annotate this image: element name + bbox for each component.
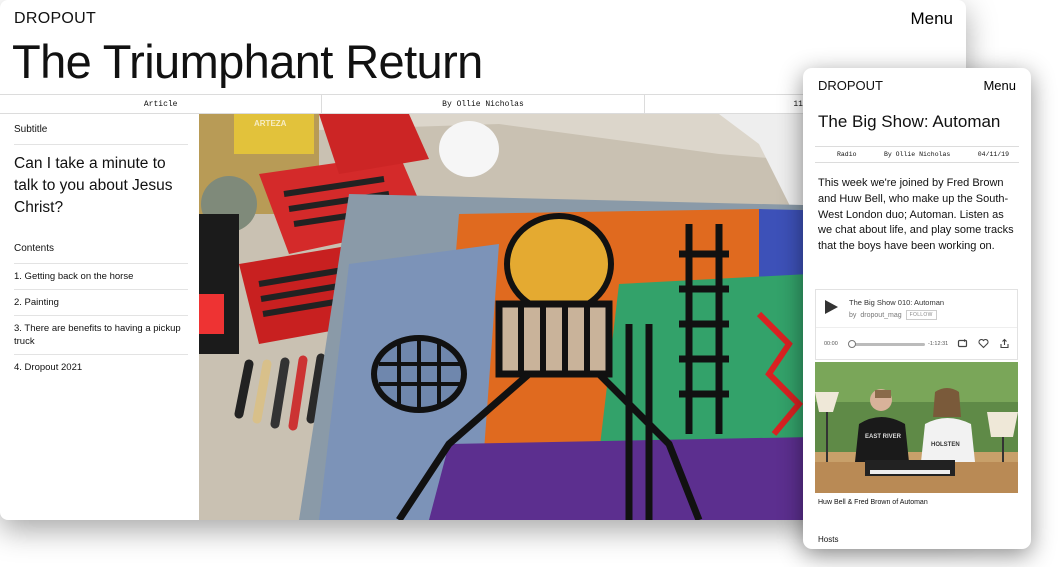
paint-box-label: ARTEZA — [254, 119, 287, 128]
show-type: Radio — [837, 151, 857, 158]
share-icon[interactable] — [999, 338, 1010, 349]
repeat-icon[interactable] — [957, 338, 968, 349]
photo-caption: Huw Bell & Fred Brown of Automan — [818, 499, 928, 506]
article-type: Article — [0, 95, 323, 113]
uploader-prefix: by — [849, 311, 857, 319]
contents-label: Contents — [14, 243, 55, 254]
article-sidebar: Subtitle Can I take a minute to talk to … — [14, 124, 188, 380]
contents-item[interactable]: 2. Painting — [14, 289, 188, 315]
remaining-time: -1:12:31 — [928, 341, 949, 347]
progress-track[interactable] — [850, 343, 925, 346]
player-controls: 00:00 -1:12:31 — [816, 327, 1017, 360]
contents-item[interactable]: 3. There are benefits to having a pickup… — [14, 315, 188, 354]
mobile-radio-window: DROPOUT Menu The Big Show: Automan Radio… — [803, 68, 1031, 549]
contents-item[interactable]: 4. Dropout 2021 — [14, 354, 188, 380]
follow-button[interactable]: FOLLOW — [905, 310, 937, 320]
hosts-heading: Hosts — [818, 535, 839, 544]
site-logo[interactable]: DROPOUT — [14, 10, 96, 28]
show-date: 04/11/19 — [977, 151, 1009, 158]
play-icon[interactable] — [823, 299, 839, 315]
show-meta-bar: Radio By Ollie Nicholas 04/11/19 — [815, 146, 1019, 163]
shirt-text-left: EAST RIVER — [865, 434, 902, 440]
contents-item[interactable]: 1. Getting back on the horse — [14, 263, 188, 289]
article-title: The Triumphant Return — [12, 35, 483, 88]
uploader-name[interactable]: dropout_mag — [860, 312, 901, 319]
menu-button[interactable]: Menu — [910, 9, 953, 29]
subtitle-label: Subtitle — [14, 124, 188, 145]
audio-player: The Big Show 010: Automan by dropout_mag… — [815, 289, 1018, 360]
shirt-text-right: HOLSTEN — [931, 442, 960, 448]
heart-icon[interactable] — [978, 338, 989, 349]
mobile-site-logo[interactable]: DROPOUT — [818, 78, 883, 93]
contents-list: 1. Getting back on the horse 2. Painting… — [14, 263, 188, 380]
article-subtitle: Can I take a minute to talk to you about… — [14, 155, 173, 216]
track-title[interactable]: The Big Show 010: Automan — [849, 298, 944, 307]
show-title: The Big Show: Automan — [818, 112, 1001, 131]
article-author: By Ollie Nicholas — [322, 95, 645, 113]
show-author: By Ollie Nicholas — [883, 151, 951, 158]
show-description: This week we're joined by Fred Brown and… — [818, 177, 1014, 253]
track-uploader: by dropout_mag FOLLOW — [849, 310, 937, 320]
mobile-menu-button[interactable]: Menu — [983, 78, 1016, 93]
elapsed-time: 00:00 — [824, 341, 838, 347]
progress-knob[interactable] — [848, 340, 856, 348]
automan-photo: EAST RIVER HOLSTEN — [815, 362, 1018, 493]
